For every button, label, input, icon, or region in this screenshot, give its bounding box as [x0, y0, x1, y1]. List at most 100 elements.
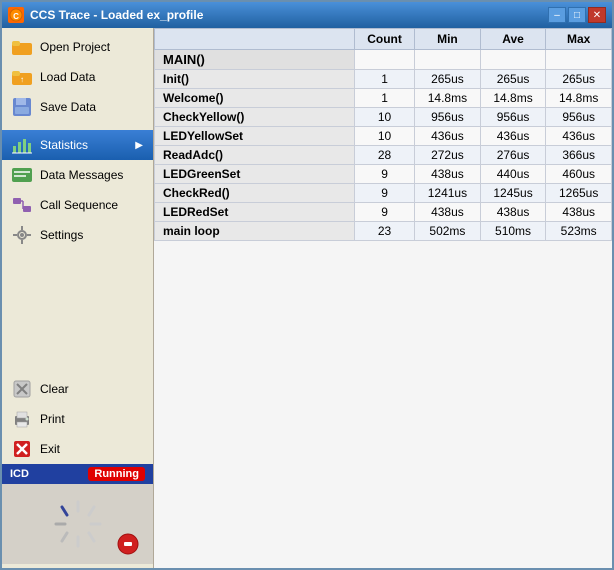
table-row: LEDYellowSet10436us436us436us	[155, 127, 612, 146]
table-cell-ave: 440us	[480, 165, 546, 184]
table-cell-count: 10	[355, 108, 415, 127]
spinner-area	[2, 484, 153, 564]
titlebar-left: C CCS Trace - Loaded ex_profile	[8, 7, 203, 23]
sidebar-item-load-data[interactable]: ↑ Load Data	[2, 62, 153, 92]
icd-status-bar: ICD Running	[2, 464, 153, 484]
sidebar-item-save-data[interactable]: Save Data	[2, 92, 153, 122]
table-cell-max: 523ms	[546, 222, 612, 241]
maximize-button[interactable]: □	[568, 7, 586, 23]
table-cell-count: 23	[355, 222, 415, 241]
sidebar-item-settings[interactable]: Settings	[2, 220, 153, 250]
error-icon	[117, 533, 139, 558]
table-cell-ave: 510ms	[480, 222, 546, 241]
sidebar-item-print[interactable]: Print	[2, 404, 153, 434]
table-cell-min: 438us	[415, 165, 481, 184]
sidebar-item-label: Clear	[40, 382, 69, 396]
table-cell-min: 436us	[415, 127, 481, 146]
col-header-ave: Ave	[480, 29, 546, 50]
save-disk-icon	[12, 97, 32, 117]
folder-icon	[12, 37, 32, 57]
svg-text:C: C	[13, 12, 19, 21]
table-cell-name: CheckYellow()	[155, 108, 355, 127]
table-cell-ave: 14.8ms	[480, 89, 546, 108]
titlebar: C CCS Trace - Loaded ex_profile – □ ✕	[2, 2, 612, 28]
table-cell-max: 438us	[546, 203, 612, 222]
table-row: Init()1265us265us265us	[155, 70, 612, 89]
table-cell-min: 265us	[415, 70, 481, 89]
right-panel: Count Min Ave Max MAIN()Init()1265us265u…	[154, 28, 612, 568]
table-cell-count: 9	[355, 165, 415, 184]
table-cell-count: 9	[355, 203, 415, 222]
close-button[interactable]: ✕	[588, 7, 606, 23]
table-cell-ave: 1245us	[480, 184, 546, 203]
col-header-max: Max	[546, 29, 612, 50]
sidebar-item-data-messages[interactable]: Data Messages	[2, 160, 153, 190]
table-cell-min: 1241us	[415, 184, 481, 203]
sidebar-item-open-project[interactable]: Open Project	[2, 32, 153, 62]
table-row: main loop23502ms510ms523ms	[155, 222, 612, 241]
sidebar-item-label: Open Project	[40, 40, 110, 54]
table-cell-name: LEDRedSet	[155, 203, 355, 222]
statistics-table: Count Min Ave Max MAIN()Init()1265us265u…	[154, 28, 612, 241]
table-cell-ave: 956us	[480, 108, 546, 127]
table-cell-name: ReadAdc()	[155, 146, 355, 165]
sidebar-item-exit[interactable]: Exit	[2, 434, 153, 464]
col-header-min: Min	[415, 29, 481, 50]
col-header-count: Count	[355, 29, 415, 50]
table-cell-name: Init()	[155, 70, 355, 89]
print-icon	[12, 409, 32, 429]
table-cell-ave: 276us	[480, 146, 546, 165]
sidebar: Open Project ↑ Load Data	[2, 28, 154, 568]
table-cell-name: MAIN()	[155, 50, 355, 70]
table-cell-max: 366us	[546, 146, 612, 165]
table-cell-min: 14.8ms	[415, 89, 481, 108]
table-cell-max: 1265us	[546, 184, 612, 203]
titlebar-controls: – □ ✕	[548, 7, 606, 23]
running-badge: Running	[88, 467, 145, 481]
table-cell-min: 438us	[415, 203, 481, 222]
sidebar-item-clear[interactable]: Clear	[2, 374, 153, 404]
sidebar-divider	[2, 122, 153, 130]
table-cell-name: main loop	[155, 222, 355, 241]
table-cell-max: 460us	[546, 165, 612, 184]
table-cell-min: 502ms	[415, 222, 481, 241]
table-cell-min: 956us	[415, 108, 481, 127]
messages-icon	[12, 165, 32, 185]
table-cell-count: 1	[355, 89, 415, 108]
settings-icon	[12, 225, 32, 245]
table-cell-min	[415, 50, 481, 70]
table-cell-max: 14.8ms	[546, 89, 612, 108]
loading-spinner	[51, 497, 105, 551]
call-sequence-icon	[12, 195, 32, 215]
table-cell-count: 28	[355, 146, 415, 165]
sidebar-item-call-sequence[interactable]: Call Sequence	[2, 190, 153, 220]
table-row: LEDRedSet9438us438us438us	[155, 203, 612, 222]
svg-text:↑: ↑	[20, 75, 24, 84]
table-cell-name: LEDGreenSet	[155, 165, 355, 184]
exit-icon	[12, 439, 32, 459]
sidebar-item-label: Call Sequence	[40, 198, 118, 212]
window-title: CCS Trace - Loaded ex_profile	[30, 8, 203, 22]
table-cell-name: Welcome()	[155, 89, 355, 108]
sidebar-bottom: Clear Print	[2, 374, 153, 568]
table-cell-max: 265us	[546, 70, 612, 89]
table-cell-name: CheckRed()	[155, 184, 355, 203]
app-icon: C	[8, 7, 24, 23]
sidebar-item-statistics[interactable]: Statistics ▶	[2, 130, 153, 160]
table-cell-count: 1	[355, 70, 415, 89]
minimize-button[interactable]: –	[548, 7, 566, 23]
table-row: CheckRed()91241us1245us1265us	[155, 184, 612, 203]
table-cell-ave: 436us	[480, 127, 546, 146]
sidebar-item-label: Statistics	[40, 138, 88, 152]
table-cell-count: 9	[355, 184, 415, 203]
table-cell-name: LEDYellowSet	[155, 127, 355, 146]
load-folder-icon: ↑	[12, 67, 32, 87]
table-row: ReadAdc()28272us276us366us	[155, 146, 612, 165]
table-cell-ave	[480, 50, 546, 70]
table-cell-max: 436us	[546, 127, 612, 146]
active-arrow: ▶	[135, 140, 143, 151]
main-content: Open Project ↑ Load Data	[2, 28, 612, 568]
table-row: MAIN()	[155, 50, 612, 70]
sidebar-item-label: Settings	[40, 228, 83, 242]
clear-icon	[12, 379, 32, 399]
